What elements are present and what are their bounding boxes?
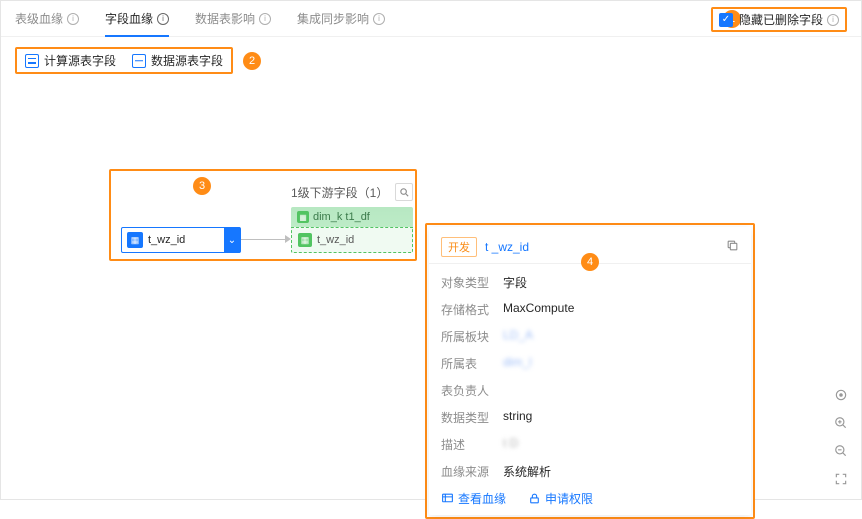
detail-row-storage: 存储格式MaxCompute [441, 301, 739, 318]
zoom-out-icon[interactable] [833, 443, 849, 459]
zoom-controls [833, 387, 849, 487]
callout-marker-2: 2 [243, 52, 261, 70]
downstream-field-node[interactable]: ▦ t_wz_id [291, 227, 413, 253]
detail-row-source: 血缘来源系统解析 [441, 463, 739, 480]
detail-row-owner: 表负责人 [441, 382, 739, 399]
tab-label: 集成同步影响 [297, 10, 369, 27]
tab-table-lineage[interactable]: 表级血缘 i [15, 1, 79, 36]
legend-label: 计算源表字段 [44, 52, 116, 69]
field-detail-panel: 开发 t _wz_id 4 对象类型字段 存储格式MaxCompute 所属板块… [425, 223, 755, 519]
view-lineage-link[interactable]: 查看血缘 [441, 490, 506, 507]
tabs-bar: 表级血缘i 字段血缘i 数据表影响i 集成同步影响i 1 ✓ 隐藏已删除字段 i [1, 1, 861, 37]
downstream-header-label: 1级下游字段（1） [291, 184, 388, 201]
hide-deleted-fields-toggle[interactable]: ✓ 隐藏已删除字段 i [711, 7, 847, 32]
legend-label: 数据源表字段 [151, 52, 223, 69]
table-node-label: dim_k t1_df [313, 211, 370, 223]
callout-marker-3: 3 [193, 177, 211, 195]
data-source-icon [132, 54, 146, 68]
detail-row-obj-type: 对象类型字段 [441, 274, 739, 291]
locate-icon[interactable] [833, 387, 849, 403]
tab-data-impact[interactable]: 数据表影响 i [195, 1, 271, 36]
info-icon[interactable]: i [827, 14, 839, 26]
checkbox-checked-icon: ✓ [719, 13, 733, 27]
tab-label: 数据表影响 [195, 10, 255, 27]
detail-row-module: 所属板块LD_A [441, 328, 739, 345]
detail-row-desc: 描述t D [441, 436, 739, 453]
field-label: t_wz_id [148, 234, 185, 246]
info-icon[interactable]: i [373, 13, 385, 25]
source-field-node[interactable]: ▦ t_wz_id ⌄ [121, 227, 241, 253]
zoom-in-icon[interactable] [833, 415, 849, 431]
callout-marker-4: 4 [581, 253, 599, 271]
apply-permission-link[interactable]: 申请权限 [528, 490, 593, 507]
tab-label: 表级血缘 [15, 10, 63, 27]
detail-row-dtype: 数据类型string [441, 409, 739, 426]
detail-row-table: 所属表dim_l [441, 355, 739, 372]
legend-bar: 计算源表字段 数据源表字段 2 [1, 37, 861, 84]
field-label: t_wz_id [317, 234, 354, 246]
tab-label: 字段血缘 [105, 10, 153, 27]
table-icon: ▦ [297, 211, 309, 223]
expand-chevron-icon[interactable]: ⌄ [224, 227, 240, 253]
fullscreen-icon[interactable] [833, 471, 849, 487]
tab-field-lineage[interactable]: 字段血缘 i [105, 1, 169, 36]
action-label: 查看血缘 [458, 490, 506, 507]
legend-calc-source: 计算源表字段 [17, 52, 124, 69]
info-icon[interactable]: i [259, 13, 271, 25]
detail-actions: 查看血缘 申请权限 [441, 490, 739, 507]
lineage-canvas: 3 1级下游字段（1） ▦ dim_k t1_df ▦ t_wz_id ▦ t_… [109, 169, 417, 261]
env-tag: 开发 [441, 237, 477, 257]
field-icon: ▦ [127, 232, 143, 248]
info-icon[interactable]: i [67, 13, 79, 25]
calc-source-icon [25, 54, 39, 68]
field-icon: ▦ [298, 233, 312, 247]
search-icon[interactable] [395, 183, 413, 201]
action-label: 申请权限 [545, 490, 593, 507]
downstream-header: 1级下游字段（1） [291, 183, 413, 201]
copy-icon[interactable] [726, 239, 739, 255]
callout-box-2: 计算源表字段 数据源表字段 [15, 47, 233, 74]
info-icon[interactable]: i [157, 13, 169, 25]
downstream-table-node[interactable]: ▦ dim_k t1_df [291, 207, 413, 227]
field-id-link[interactable]: t _wz_id [485, 240, 529, 254]
legend-data-source: 数据源表字段 [124, 52, 231, 69]
checkbox-label: 隐藏已删除字段 [739, 11, 823, 28]
connector-arrow [241, 239, 291, 241]
tab-sync-impact[interactable]: 集成同步影响 i [297, 1, 385, 36]
